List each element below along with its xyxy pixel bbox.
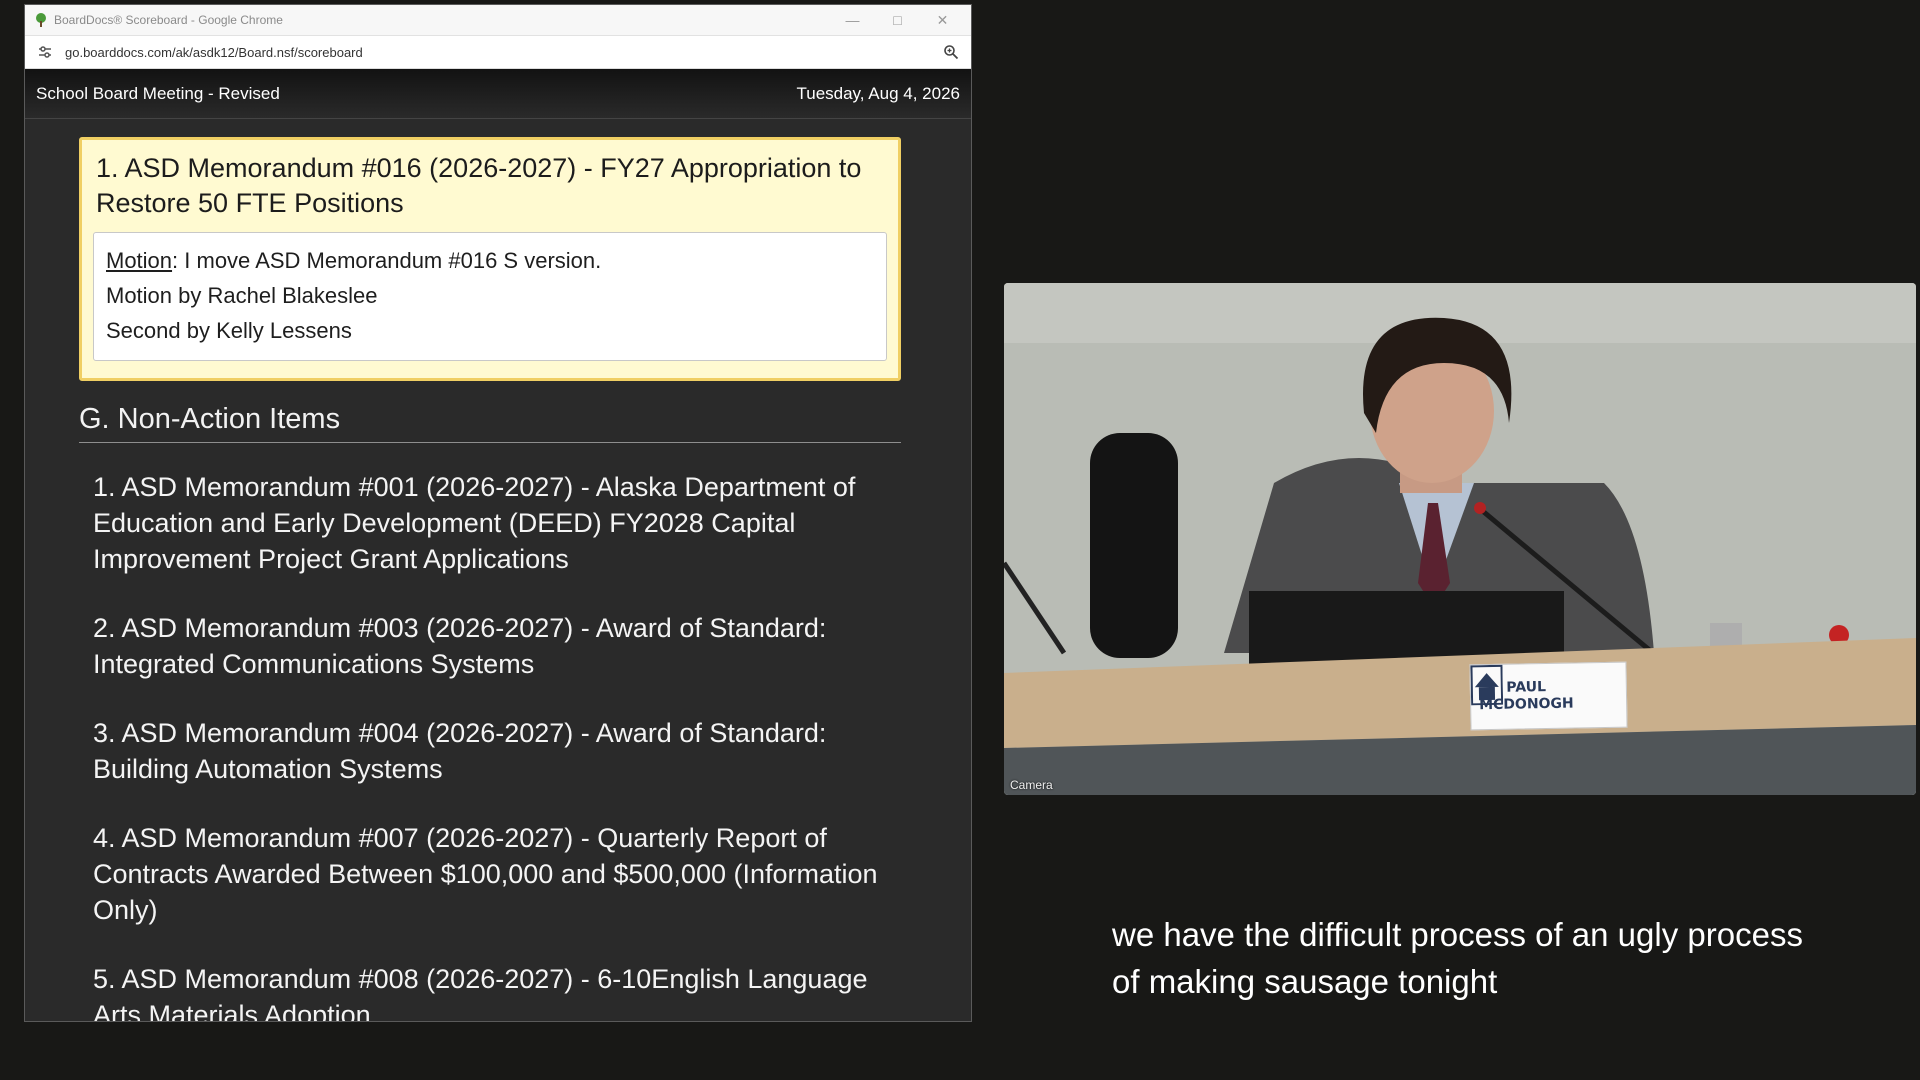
camera-video: PAUL MCDONOGH Camera bbox=[1004, 283, 1916, 795]
live-caption: we have the difficult process of an ugly… bbox=[1112, 911, 1803, 1005]
zoom-icon[interactable] bbox=[943, 44, 959, 60]
url-field[interactable]: go.boarddocs.com/ak/asdk12/Board.nsf/sco… bbox=[65, 45, 943, 60]
browser-titlebar[interactable]: BoardDocs® Scoreboard - Google Chrome — … bbox=[25, 5, 971, 36]
nameplate: PAUL MCDONOGH bbox=[1469, 661, 1628, 731]
site-info-icon[interactable] bbox=[37, 44, 53, 60]
agenda-item: 1. ASD Memorandum #001 (2026-2027) - Ala… bbox=[93, 472, 856, 574]
boarddocs-tree-icon bbox=[36, 13, 46, 27]
caption-line: of making sausage tonight bbox=[1112, 963, 1498, 1000]
agenda-item: 2. ASD Memorandum #003 (2026-2027) - Awa… bbox=[93, 613, 827, 679]
scoreboard-content[interactable]: 1. ASD Memorandum #016 (2026-2027) - FY2… bbox=[25, 120, 971, 1021]
agenda-item: 3. ASD Memorandum #004 (2026-2027) - Awa… bbox=[93, 718, 827, 784]
motion-by: Motion by Rachel Blakeslee bbox=[106, 283, 378, 308]
maximize-button[interactable]: □ bbox=[875, 5, 920, 36]
motion-text: : I move ASD Memorandum #016 S version. bbox=[172, 248, 602, 273]
current-item-card: 1. ASD Memorandum #016 (2026-2027) - FY2… bbox=[79, 137, 901, 381]
meeting-header: School Board Meeting - Revised Tuesday, … bbox=[25, 69, 971, 119]
motion-label: Motion bbox=[106, 248, 173, 273]
motion-line: Motion: I move ASD Memorandum #016 S ver… bbox=[106, 243, 874, 278]
meeting-date: Tuesday, Aug 4, 2026 bbox=[796, 83, 960, 103]
close-button[interactable]: ✕ bbox=[920, 5, 965, 36]
window-controls: — □ ✕ bbox=[830, 5, 965, 36]
address-bar[interactable]: go.boarddocs.com/ak/asdk12/Board.nsf/sco… bbox=[25, 36, 971, 69]
caption-line: we have the difficult process of an ugly… bbox=[1112, 916, 1803, 953]
district-logo-icon bbox=[1470, 664, 1504, 706]
section-heading: G. Non-Action Items bbox=[79, 403, 901, 443]
agenda-item: 5. ASD Memorandum #008 (2026-2027) - 6-1… bbox=[93, 964, 868, 1021]
agenda-item: 4. ASD Memorandum #007 (2026-2027) - Qua… bbox=[93, 823, 878, 925]
agenda-item-list: 1. ASD Memorandum #001 (2026-2027) - Ala… bbox=[79, 443, 901, 1021]
camera-label: Camera bbox=[1010, 778, 1053, 792]
minimize-button[interactable]: — bbox=[830, 5, 875, 36]
second-by: Second by Kelly Lessens bbox=[106, 318, 352, 343]
motion-box: Motion: I move ASD Memorandum #016 S ver… bbox=[93, 232, 887, 361]
browser-window: BoardDocs® Scoreboard - Google Chrome — … bbox=[24, 4, 972, 1022]
current-item-title: 1. ASD Memorandum #016 (2026-2027) - FY2… bbox=[96, 153, 862, 218]
window-title: BoardDocs® Scoreboard - Google Chrome bbox=[54, 13, 283, 27]
speaker-video-frame bbox=[1004, 283, 1916, 795]
meeting-title: School Board Meeting - Revised bbox=[36, 83, 280, 103]
